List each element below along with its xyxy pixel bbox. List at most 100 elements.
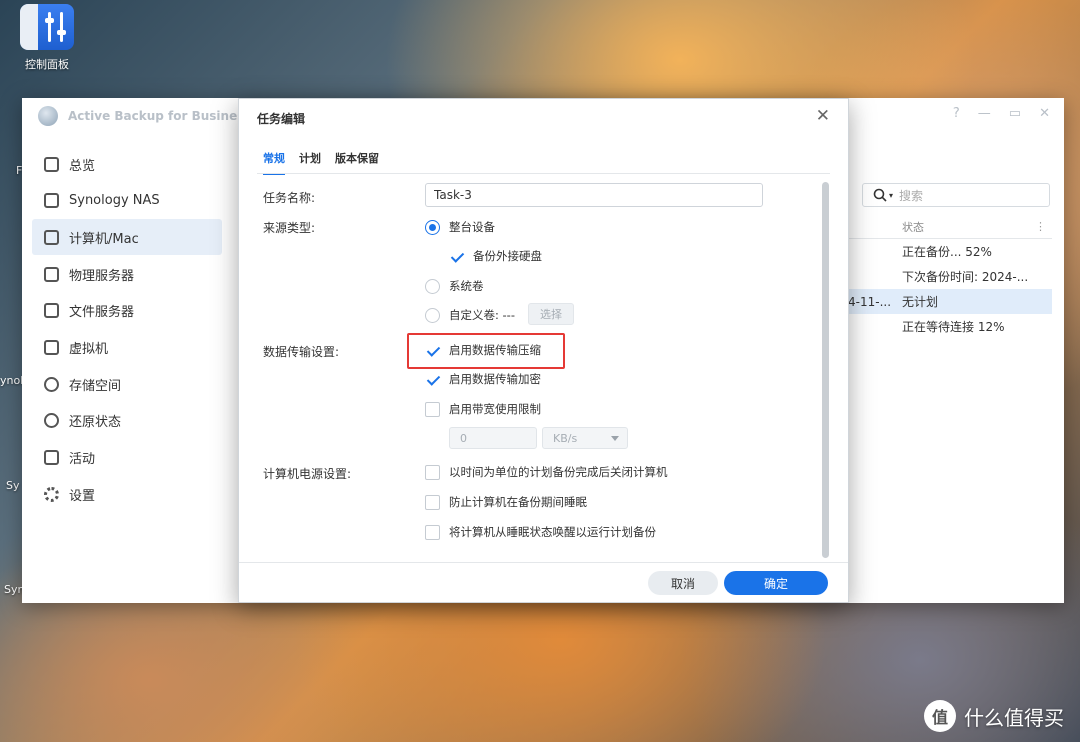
option-label: 将计算机从睡眠状态唤醒以运行计划备份: [449, 525, 656, 539]
file-server-icon: [44, 303, 59, 319]
external-disk-option[interactable]: 备份外接硬盘: [449, 248, 542, 264]
nas-icon: [44, 193, 59, 209]
table-row[interactable]: 正在等待连接 12%: [840, 314, 1052, 339]
control-panel-desktop-icon[interactable]: 控制面板: [18, 4, 76, 72]
task-name-field[interactable]: [425, 183, 763, 207]
option-label: 防止计算机在备份期间睡眠: [449, 495, 587, 509]
search-icon: [873, 188, 887, 202]
sidebar-item-activity[interactable]: 活动: [32, 440, 222, 476]
dialog-scrollbar[interactable]: [822, 182, 829, 558]
bandwidth-limit-checkbox[interactable]: [425, 401, 440, 417]
maximize-icon[interactable]: ▭: [1009, 106, 1021, 121]
minimize-icon[interactable]: —: [978, 106, 991, 121]
sidebar-item-label: 活动: [69, 452, 96, 467]
restore-icon: [44, 413, 59, 429]
prevent-sleep-checkbox[interactable]: [425, 494, 440, 510]
dialog-tabs: 常规 计划 版本保留: [263, 150, 379, 175]
sidebar-item-physical-server[interactable]: 物理服务器: [32, 256, 222, 292]
activity-icon: [44, 450, 59, 465]
sidebar-item-computer-mac[interactable]: 计算机/Mac: [32, 219, 222, 256]
search-dropdown-icon: ▾: [889, 190, 894, 200]
sidebar-item-label: 文件服务器: [69, 305, 135, 321]
status-cell: 正在等待连接 12%: [902, 320, 1005, 334]
custom-volume-option[interactable]: 自定义卷: ---: [425, 307, 515, 323]
gear-icon: [44, 486, 59, 502]
encryption-checkbox[interactable]: [425, 371, 440, 387]
table-row[interactable]: 4-11-... 无计划: [840, 289, 1052, 314]
sidebar-item-label: 计算机/Mac: [69, 231, 139, 247]
chevron-down-icon: [611, 436, 619, 441]
app-title-bar: Active Backup for Business: [38, 106, 252, 126]
sidebar-item-label: 还原状态: [69, 415, 122, 431]
task-edit-dialog: 任务编辑 ✕ 常规 计划 版本保留 任务名称: 来源类型: 整台设备 备份外接硬…: [238, 98, 849, 603]
sidebar-item-overview[interactable]: 总览: [32, 146, 222, 182]
table-row[interactable]: 下次备份时间: 2024-...: [840, 264, 1052, 289]
wake-checkbox[interactable]: [425, 524, 440, 540]
prevent-sleep-option[interactable]: 防止计算机在备份期间睡眠: [425, 494, 587, 510]
dialog-title: 任务编辑: [257, 112, 306, 126]
server-icon: [44, 266, 59, 282]
status-cell: 正在备份... 52%: [902, 245, 992, 259]
source-type-label: 来源类型:: [263, 221, 316, 235]
annotation-highlight-box: [407, 333, 565, 369]
option-label: 自定义卷: ---: [449, 308, 515, 322]
footer-divider: [239, 562, 848, 563]
sidebar-item-virtual-machine[interactable]: 虚拟机: [32, 329, 222, 365]
table-header: 状态 ⋮: [840, 215, 1052, 239]
sidebar-item-settings[interactable]: 设置: [32, 476, 222, 512]
app-title: Active Backup for Business: [68, 109, 252, 123]
status-column-header[interactable]: 状态: [902, 219, 924, 235]
system-volume-radio[interactable]: [425, 278, 440, 294]
window-controls: ? — ▭ ✕: [953, 106, 1050, 121]
bandwidth-limit-option[interactable]: 启用带宽使用限制: [425, 401, 541, 417]
wake-option[interactable]: 将计算机从睡眠状态唤醒以运行计划备份: [425, 524, 656, 540]
sidebar: 总览 Synology NAS 计算机/Mac 物理服务器 文件服务器 虚拟机 …: [32, 146, 222, 513]
whole-device-option[interactable]: 整台设备: [425, 219, 495, 235]
unit-value: KB/s: [553, 431, 578, 445]
bandwidth-value-field[interactable]: 0: [449, 427, 537, 449]
sidebar-item-label: Synology NAS: [69, 193, 160, 209]
close-icon[interactable]: ✕: [816, 106, 830, 126]
whole-device-radio[interactable]: [425, 219, 440, 235]
shutdown-option[interactable]: 以时间为单位的计划备份完成后关闭计算机: [425, 464, 668, 480]
sidebar-item-label: 设置: [69, 488, 96, 504]
power-settings-label: 计算机电源设置:: [263, 467, 352, 481]
option-label: 系统卷: [449, 279, 484, 293]
status-cell: 下次备份时间: 2024-...: [902, 270, 1029, 284]
tab-schedule[interactable]: 计划: [299, 150, 321, 175]
bandwidth-unit-select[interactable]: KB/s: [542, 427, 628, 449]
task-name-label: 任务名称:: [263, 191, 316, 205]
control-panel-label: 控制面板: [25, 58, 69, 71]
shutdown-checkbox[interactable]: [425, 464, 440, 480]
table-row[interactable]: 正在备份... 52%: [840, 239, 1052, 264]
external-disk-checkbox[interactable]: [449, 248, 464, 264]
select-volume-button[interactable]: 选择: [528, 303, 574, 325]
sidebar-item-storage[interactable]: 存储空间: [32, 366, 222, 402]
column-menu-icon[interactable]: ⋮: [1035, 220, 1046, 233]
close-window-icon[interactable]: ✕: [1039, 106, 1050, 121]
search-placeholder: 搜索: [899, 188, 924, 203]
sidebar-item-file-server[interactable]: 文件服务器: [32, 293, 222, 329]
overview-icon: [44, 156, 59, 172]
computer-icon: [44, 229, 59, 245]
sidebar-item-restore-status[interactable]: 还原状态: [32, 403, 222, 439]
option-label: 启用数据传输加密: [449, 372, 541, 386]
vm-icon: [44, 339, 59, 355]
table-cell: 4-11-...: [848, 294, 892, 309]
system-volume-option[interactable]: 系统卷: [425, 278, 484, 294]
sidebar-item-label: 存储空间: [69, 378, 122, 394]
help-icon[interactable]: ?: [953, 106, 960, 121]
encryption-option[interactable]: 启用数据传输加密: [425, 371, 541, 387]
option-label: 整台设备: [449, 220, 495, 234]
option-label: 备份外接硬盘: [473, 249, 542, 263]
cancel-button[interactable]: 取消: [648, 571, 718, 595]
status-cell: 无计划: [902, 295, 939, 309]
tab-retention[interactable]: 版本保留: [335, 150, 379, 175]
sidebar-item-synology-nas[interactable]: Synology NAS: [32, 183, 222, 219]
sidebar-item-label: 虚拟机: [69, 341, 109, 357]
sidebar-item-label: 总览: [69, 158, 96, 174]
ok-button[interactable]: 确定: [724, 571, 828, 595]
search-input[interactable]: ▾ 搜索: [862, 183, 1050, 207]
tab-general[interactable]: 常规: [263, 150, 285, 175]
custom-volume-radio[interactable]: [425, 307, 440, 323]
